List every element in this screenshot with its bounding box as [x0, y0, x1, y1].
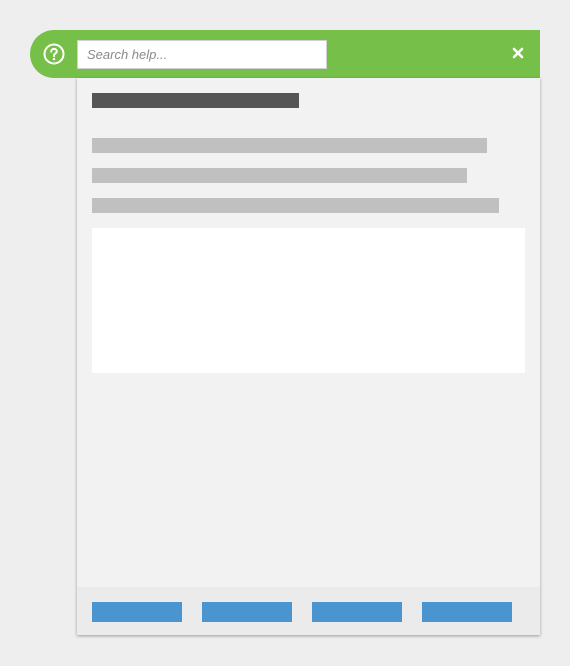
- text-line-placeholder: [92, 138, 487, 153]
- footer-button-4[interactable]: [422, 602, 512, 622]
- search-input[interactable]: [77, 40, 327, 69]
- footer-button-2[interactable]: [202, 602, 292, 622]
- content-box: [92, 228, 525, 373]
- text-line-placeholder: [92, 198, 499, 213]
- text-line-placeholder: [92, 168, 467, 183]
- footer-button-3[interactable]: [312, 602, 402, 622]
- article-title-placeholder: [92, 93, 299, 108]
- help-bar: [30, 30, 540, 78]
- help-panel: [77, 78, 540, 635]
- question-circle-icon[interactable]: [43, 43, 65, 65]
- close-icon[interactable]: [512, 47, 524, 59]
- footer-button-1[interactable]: [92, 602, 182, 622]
- panel-footer: [77, 587, 540, 635]
